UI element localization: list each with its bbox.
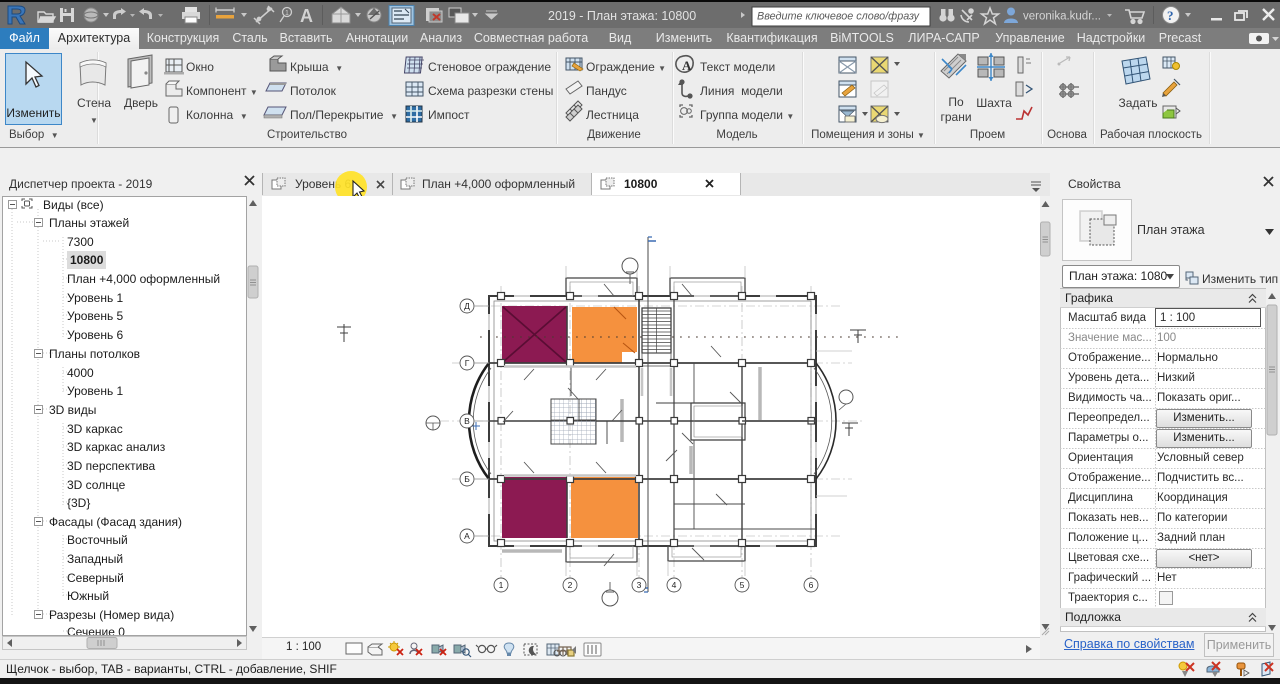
svg-text:3: 3 — [637, 580, 642, 590]
svg-text:4: 4 — [672, 580, 677, 590]
svg-text:Г: Г — [465, 358, 470, 368]
svg-text:1: 1 — [499, 580, 504, 590]
svg-text:В: В — [464, 416, 470, 426]
svg-text:Введите ключевое слово/фразу: Введите ключевое слово/фразу — [757, 11, 920, 23]
svg-text:Д: Д — [464, 301, 470, 311]
svg-text:5: 5 — [740, 580, 745, 590]
svg-text:6: 6 — [809, 580, 814, 590]
svg-text:2: 2 — [568, 580, 573, 590]
svg-text:Б: Б — [464, 474, 470, 484]
svg-text:?: ? — [1167, 8, 1174, 23]
svg-text:1: 1 — [285, 10, 289, 17]
svg-text:2019 - План этажа: 10800: 2019 - План этажа: 10800 — [548, 9, 696, 23]
svg-text:А: А — [464, 531, 470, 541]
svg-text:A: A — [300, 6, 313, 26]
svg-text:veronika.kudr...: veronika.kudr... — [1023, 11, 1101, 23]
svg-text:A: A — [682, 58, 692, 73]
